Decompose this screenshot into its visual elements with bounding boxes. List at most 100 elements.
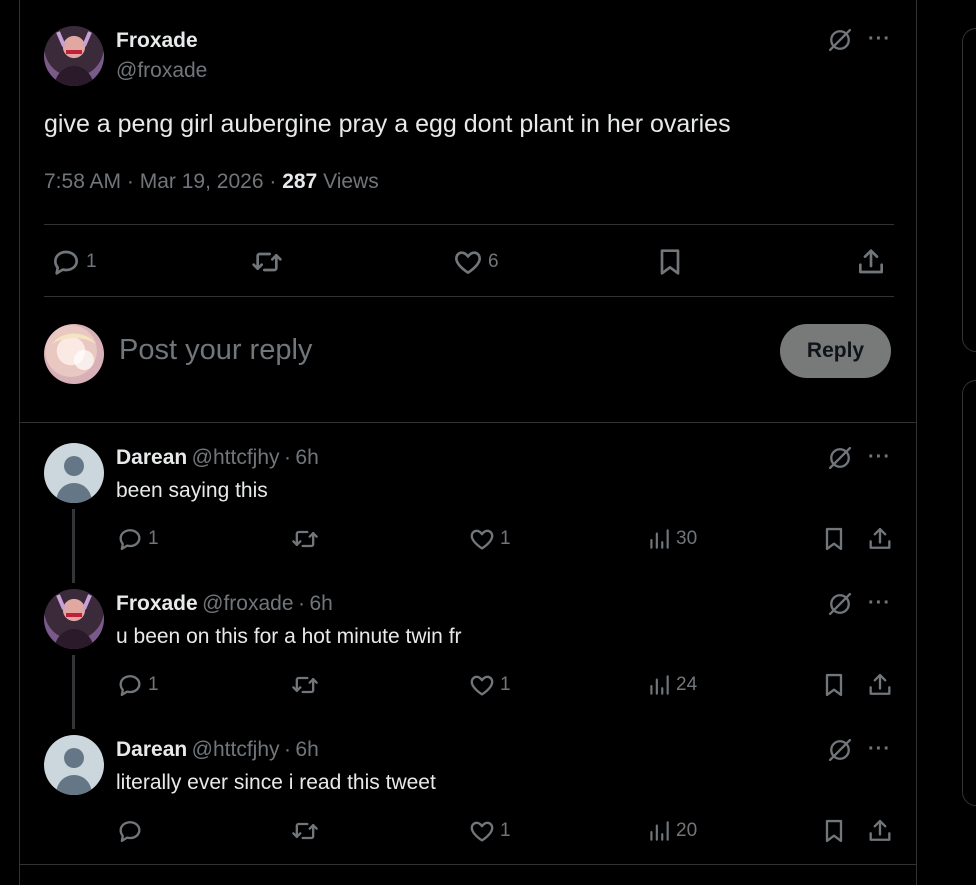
author-name[interactable]: Froxade: [116, 29, 198, 53]
like-count: 1: [500, 528, 511, 549]
reply-header: Froxade @froxade · 6h: [116, 592, 333, 616]
views-count: 20: [676, 820, 698, 841]
views-label: Views: [323, 170, 379, 193]
divider: [44, 224, 894, 225]
post-text: give a peng girl aubergine pray a egg do…: [44, 110, 731, 138]
like-button[interactable]: 1: [468, 817, 511, 845]
post-time[interactable]: 7:58 AM: [44, 170, 121, 193]
like-button[interactable]: 1: [468, 671, 511, 699]
views-icon: [646, 525, 672, 553]
reply-time[interactable]: 6h: [309, 592, 332, 615]
user-avatar[interactable]: [44, 324, 104, 384]
retweet-button[interactable]: [290, 525, 320, 553]
bookmark-icon: [820, 817, 848, 845]
retweet-icon: [250, 246, 284, 278]
author-handle[interactable]: @froxade: [116, 59, 207, 83]
grok-icon[interactable]: [826, 444, 854, 472]
share-button[interactable]: [866, 525, 894, 553]
sidebar-card-top: [962, 28, 976, 352]
like-count: 6: [488, 251, 499, 272]
reply-author-handle[interactable]: @froxade: [202, 592, 293, 615]
reply-button[interactable]: 1: [116, 525, 159, 553]
reply-icon: [116, 525, 144, 553]
views-button[interactable]: 20: [646, 817, 697, 845]
divider: [19, 422, 917, 423]
views-icon: [646, 817, 672, 845]
divider: [19, 864, 917, 865]
separator-dot: ·: [283, 738, 291, 761]
more-icon[interactable]: ···: [868, 28, 891, 51]
reply-author-name[interactable]: Darean: [116, 738, 187, 761]
views-button[interactable]: 24: [646, 671, 697, 699]
reply-button[interactable]: 1: [116, 671, 159, 699]
more-icon[interactable]: ···: [868, 738, 891, 761]
reply-author-handle[interactable]: @httcfjhy: [192, 446, 280, 469]
post-date[interactable]: Mar 19, 2026: [140, 170, 264, 193]
share-icon: [855, 246, 887, 278]
separator-dot: ·: [297, 592, 305, 615]
reply-text: been saying this: [116, 479, 268, 502]
post-meta: 7:58 AM · Mar 19, 2026 · 287 Views: [44, 170, 379, 194]
grok-icon[interactable]: [826, 26, 854, 54]
author-avatar[interactable]: [44, 26, 104, 86]
reply-avatar[interactable]: [44, 589, 104, 649]
reply-submit-button[interactable]: Reply: [780, 324, 891, 378]
reply-time[interactable]: 6h: [295, 446, 318, 469]
separator-dot: ·: [283, 446, 291, 469]
reply-count: 1: [86, 251, 97, 272]
more-icon[interactable]: ···: [868, 592, 891, 615]
reply-time[interactable]: 6h: [295, 738, 318, 761]
reply-text: u been on this for a hot minute twin fr: [116, 625, 462, 648]
reply-avatar[interactable]: [44, 735, 104, 795]
reply-icon: [116, 817, 144, 845]
reply-icon: [50, 246, 82, 278]
like-button[interactable]: 1: [468, 525, 511, 553]
bookmark-button[interactable]: [820, 525, 848, 553]
share-icon: [866, 817, 894, 845]
like-icon: [468, 671, 496, 699]
more-icon[interactable]: ···: [868, 446, 891, 469]
like-count: 1: [500, 820, 511, 841]
bookmark-icon: [654, 246, 686, 278]
reply-button[interactable]: 1: [50, 246, 97, 278]
share-button[interactable]: [866, 671, 894, 699]
reply-icon: [116, 671, 144, 699]
reply-author-name[interactable]: Darean: [116, 446, 187, 469]
share-icon: [866, 525, 894, 553]
grok-icon[interactable]: [826, 590, 854, 618]
retweet-button[interactable]: [290, 671, 320, 699]
share-button[interactable]: [866, 817, 894, 845]
separator-dot: ·: [269, 170, 277, 193]
like-icon: [468, 817, 496, 845]
retweet-icon: [290, 525, 320, 553]
reply-text: literally ever since i read this tweet: [116, 771, 436, 794]
reply-count: 1: [148, 528, 159, 549]
separator-dot: ·: [126, 170, 134, 193]
share-button[interactable]: [855, 246, 887, 278]
retweet-button[interactable]: [290, 817, 320, 845]
reply-author-handle[interactable]: @httcfjhy: [192, 738, 280, 761]
retweet-icon: [290, 671, 320, 699]
reply-count: 1: [148, 674, 159, 695]
views-button[interactable]: 30: [646, 525, 697, 553]
grok-icon[interactable]: [826, 736, 854, 764]
reply-avatar[interactable]: [44, 443, 104, 503]
bookmark-button[interactable]: [820, 671, 848, 699]
sidebar-card-bottom: [962, 380, 976, 806]
views-icon: [646, 671, 672, 699]
reply-author-name[interactable]: Froxade: [116, 592, 198, 615]
reply-header: Darean @httcfjhy · 6h: [116, 738, 319, 762]
like-count: 1: [500, 674, 511, 695]
retweet-button[interactable]: [250, 246, 284, 278]
bookmark-button[interactable]: [654, 246, 686, 278]
thread-line: [72, 655, 75, 729]
reply-button[interactable]: [116, 817, 148, 845]
reply-input[interactable]: Post your reply: [119, 334, 719, 367]
views-count: 287: [282, 170, 318, 193]
retweet-icon: [290, 817, 320, 845]
like-button[interactable]: 6: [452, 246, 499, 278]
reply-header: Darean @httcfjhy · 6h: [116, 446, 319, 470]
bookmark-icon: [820, 671, 848, 699]
bookmark-button[interactable]: [820, 817, 848, 845]
bookmark-icon: [820, 525, 848, 553]
